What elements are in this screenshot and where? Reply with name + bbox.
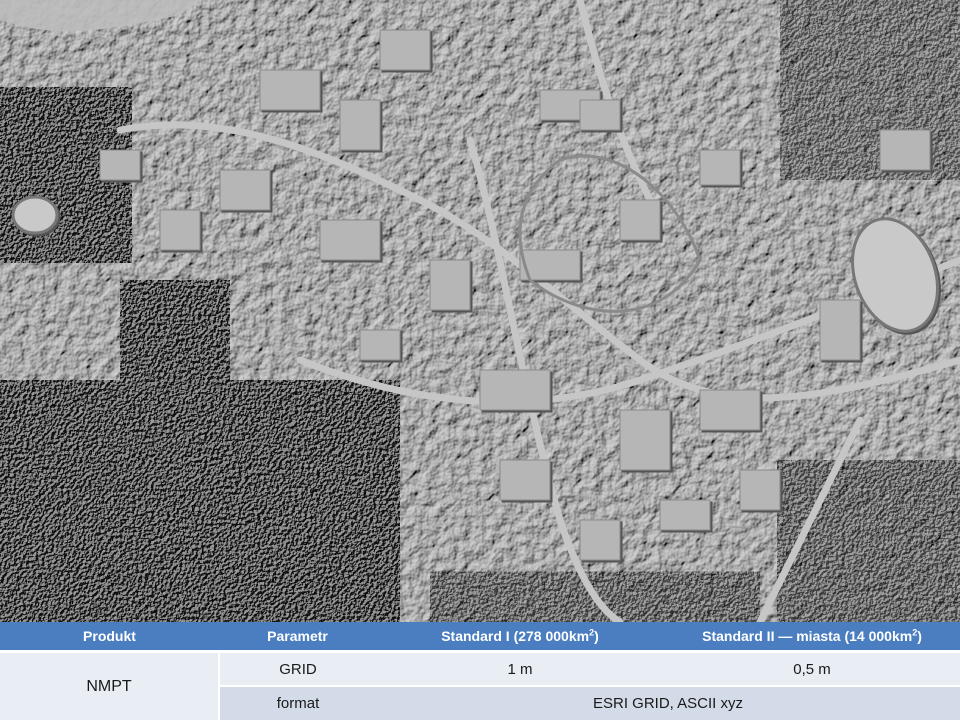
hillshade-map — [0, 0, 960, 622]
format-value-cell: ESRI GRID, ASCII xyz — [376, 686, 960, 720]
header-parameter: Parametr — [219, 622, 376, 653]
parameter-cell: format — [219, 686, 376, 720]
standard-1-cell: 1 m — [376, 651, 664, 687]
standard-2-cell: 0,5 m — [664, 651, 960, 687]
parameters-table: Produkt Parametr Standard I (278 000km2)… — [0, 622, 960, 720]
table-row: NMPT GRID 1 m 0,5 m — [0, 651, 960, 720]
product-cell: NMPT — [0, 651, 220, 720]
header-standard-1: Standard I (278 000km2) — [376, 622, 664, 653]
header-standard-2: Standard II — miasta (14 000km2) — [664, 622, 960, 653]
parameter-cell: GRID — [219, 651, 376, 687]
header-product: Produkt — [0, 622, 219, 653]
table-header-row: Produkt Parametr Standard I (278 000km2)… — [0, 622, 960, 653]
